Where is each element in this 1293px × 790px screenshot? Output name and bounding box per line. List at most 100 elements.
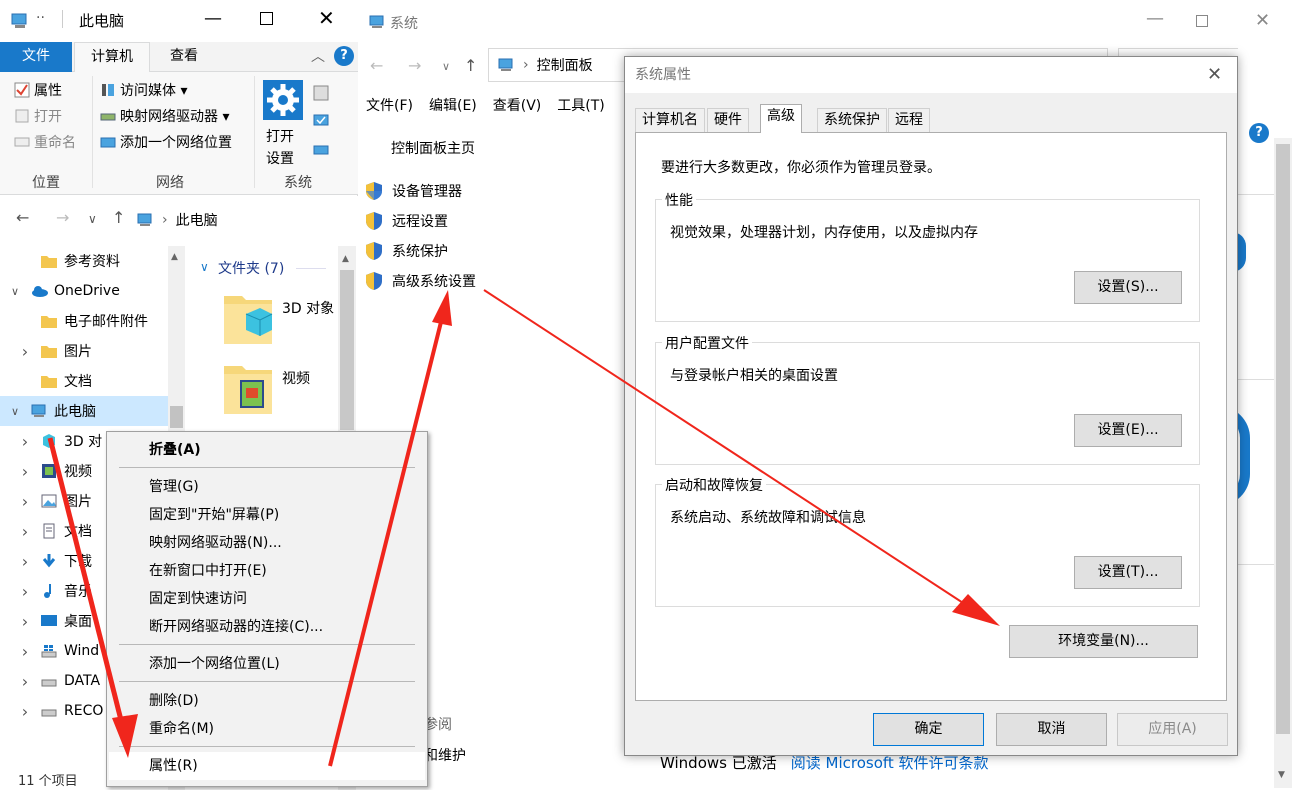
chevron-down-icon[interactable]: ∨ — [0, 405, 30, 418]
context-menu-item[interactable]: 在新窗口中打开(E) — [109, 557, 425, 585]
license-terms-link[interactable]: 阅读 Microsoft 软件许可条款 — [791, 754, 989, 772]
tab-remote[interactable]: 远程 — [888, 108, 930, 132]
up-arrow-icon[interactable]: ↑ — [464, 56, 477, 75]
chevron-right-icon[interactable]: › — [10, 672, 40, 691]
performance-settings-button[interactable]: 设置(S)... — [1074, 271, 1182, 304]
tab-computer-name[interactable]: 计算机名 — [635, 108, 705, 132]
add-network-location-button[interactable]: 添加一个网络位置 — [100, 132, 232, 152]
maximize-button[interactable] — [1196, 15, 1208, 27]
nav-tree-item[interactable]: 参考资料 — [0, 246, 168, 276]
scroll-thumb[interactable] — [170, 406, 183, 428]
apply-button[interactable]: 应用(A) — [1117, 713, 1228, 746]
open-button[interactable]: 打开 — [14, 106, 62, 126]
nav-tree-item[interactable]: › 图片 — [0, 336, 168, 366]
help-icon[interactable]: ? — [334, 46, 354, 66]
access-media-button[interactable]: 访问媒体 ▾ — [100, 80, 187, 100]
content-group-header[interactable]: 文件夹 (7) — [218, 258, 284, 278]
chevron-down-icon[interactable]: ∨ — [0, 285, 30, 298]
context-menu-item[interactable]: 折叠(A) — [109, 436, 425, 464]
tab-file[interactable]: 文件 — [0, 42, 72, 72]
quick-access-toolbar[interactable]: ·· — [36, 10, 45, 26]
nav-tree-item[interactable]: 文档 — [0, 366, 168, 396]
manage-icon[interactable] — [312, 140, 330, 158]
context-menu-item[interactable]: 添加一个网络位置(L) — [109, 650, 425, 678]
chevron-right-icon[interactable]: › — [10, 522, 40, 541]
control-panel-home-link[interactable]: 控制面板主页 — [391, 138, 475, 158]
chevron-right-icon[interactable]: › — [10, 462, 40, 481]
environment-variables-button[interactable]: 环境变量(N)... — [1009, 625, 1198, 658]
context-menu-item[interactable]: 映射网络驱动器(N)... — [109, 529, 425, 557]
link-advanced-system-settings[interactable]: 高级系统设置 — [364, 271, 476, 291]
minimize-button[interactable]: — — [204, 8, 222, 29]
uac-shield-icon — [364, 271, 384, 291]
close-button[interactable]: ✕ — [1255, 10, 1270, 31]
map-drive-button[interactable]: 映射网络驱动器 ▾ — [100, 106, 229, 126]
chevron-right-icon[interactable]: › — [10, 552, 40, 571]
forward-arrow-icon[interactable]: → — [408, 56, 421, 75]
help-icon[interactable]: ? — [1249, 123, 1269, 143]
tab-view[interactable]: 查看 — [150, 42, 218, 72]
back-arrow-icon[interactable]: ← — [370, 56, 383, 75]
chevron-right-icon[interactable]: › — [10, 612, 40, 631]
open-icon — [14, 108, 30, 124]
recent-locations-chevron-icon[interactable]: ∨ — [88, 212, 97, 226]
group-collapse-chevron-icon[interactable]: ∨ — [200, 260, 209, 274]
forward-arrow-icon[interactable]: → — [56, 208, 69, 227]
menu-edit[interactable]: 编辑(E) — [421, 92, 485, 120]
link-device-manager[interactable]: 设备管理器 — [364, 181, 462, 201]
scroll-down-icon[interactable]: ▼ — [1278, 770, 1285, 780]
context-menu-item[interactable]: 重命名(M) — [109, 715, 425, 743]
scroll-thumb[interactable] — [340, 270, 354, 430]
tab-system-protection[interactable]: 系统保护 — [817, 108, 887, 132]
nav-tree-item[interactable]: ∨ 此电脑 — [0, 396, 168, 426]
chevron-right-icon[interactable]: › — [10, 642, 40, 661]
menu-file[interactable]: 文件(F) — [358, 92, 421, 120]
context-menu-item[interactable]: 固定到快速访问 — [109, 585, 425, 613]
cancel-button[interactable]: 取消 — [996, 713, 1107, 746]
uninstall-program-icon[interactable] — [312, 84, 330, 102]
chevron-right-icon[interactable]: › — [10, 582, 40, 601]
ok-button[interactable]: 确定 — [873, 713, 984, 746]
back-arrow-icon[interactable]: ← — [16, 208, 29, 227]
explorer-address-bar[interactable]: › 此电脑 — [136, 205, 358, 235]
chevron-right-icon[interactable]: › — [10, 702, 40, 721]
menu-view[interactable]: 查看(V) — [485, 92, 550, 120]
tab-computer[interactable]: 计算机 — [74, 42, 150, 73]
close-button[interactable]: ✕ — [1207, 57, 1222, 93]
recent-locations-chevron-icon[interactable]: ∨ — [442, 60, 450, 73]
tab-advanced[interactable]: 高级 — [760, 104, 802, 133]
link-system-protection[interactable]: 系统保护 — [364, 241, 448, 261]
nav-tree-label: 下载 — [64, 554, 92, 570]
context-menu-item[interactable]: 固定到"开始"屏幕(P) — [109, 501, 425, 529]
scroll-thumb[interactable] — [1276, 144, 1290, 734]
system-properties-icon[interactable] — [312, 112, 330, 130]
chevron-right-icon[interactable]: › — [10, 432, 40, 451]
startup-recovery-settings-button[interactable]: 设置(T)... — [1074, 556, 1182, 589]
up-arrow-icon[interactable]: ↑ — [112, 208, 125, 227]
close-button[interactable]: ✕ — [318, 6, 335, 30]
open-settings-button[interactable]: 打开 设置 — [262, 78, 304, 168]
ribbon-divider — [254, 76, 255, 188]
chevron-right-icon[interactable]: › — [10, 492, 40, 511]
drive-icon — [40, 703, 58, 719]
ribbon-collapse-chevron-icon[interactable]: ︿ — [311, 46, 325, 66]
scroll-up-icon[interactable]: ▲ — [342, 254, 349, 264]
rename-button[interactable]: 重命名 — [14, 132, 76, 152]
scroll-up-icon[interactable]: ▲ — [171, 252, 178, 262]
properties-button[interactable]: 属性 — [14, 80, 62, 100]
minimize-button[interactable]: — — [1146, 8, 1164, 29]
context-menu-item[interactable]: 断开网络驱动器的连接(C)... — [109, 613, 425, 641]
user-profiles-settings-button[interactable]: 设置(E)... — [1074, 414, 1182, 447]
link-remote-settings[interactable]: 远程设置 — [364, 211, 448, 231]
nav-tree-item[interactable]: ∨ OneDrive — [0, 276, 168, 306]
context-menu-item[interactable]: 管理(G) — [109, 473, 425, 501]
chevron-right-icon[interactable]: › — [10, 342, 40, 361]
download-icon — [40, 553, 58, 569]
see-also-link[interactable]: 和维护 — [424, 745, 466, 765]
nav-tree-item[interactable]: 电子邮件附件 — [0, 306, 168, 336]
context-menu-item[interactable]: 删除(D) — [109, 687, 425, 715]
maximize-button[interactable] — [260, 12, 273, 25]
menu-tools[interactable]: 工具(T) — [549, 92, 612, 120]
context-menu-item[interactable]: 属性(R) — [109, 752, 425, 780]
tab-hardware[interactable]: 硬件 — [707, 108, 749, 132]
